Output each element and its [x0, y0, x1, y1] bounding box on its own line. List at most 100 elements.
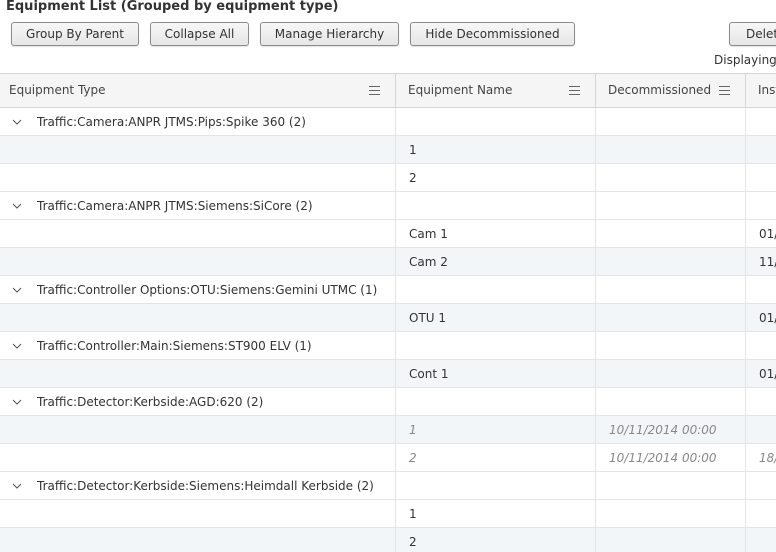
inst-cell: [746, 528, 776, 552]
decommissioned-cell: 10/11/2014 00:00: [596, 444, 746, 471]
group-cell: Traffic:Camera:ANPR JTMS:Siemens:SiCore …: [0, 192, 396, 219]
page-title: Equipment List (Grouped by equipment typ…: [6, 0, 339, 14]
inst-cell: [746, 500, 776, 527]
chevron-down-icon[interactable]: [12, 483, 22, 489]
grid-header: Equipment Type Equipment Name Decommissi…: [0, 74, 776, 108]
column-header-label: Decommissioned: [608, 83, 712, 97]
inst-cell: 11/: [746, 248, 776, 275]
table-cell: [746, 108, 776, 135]
inst-cell: [746, 136, 776, 163]
decommissioned-cell: [596, 136, 746, 163]
table-row[interactable]: OTU 1 01/: [0, 304, 776, 332]
table-cell: [396, 332, 596, 359]
equipment-name-cell: Cont 1: [396, 360, 596, 387]
table-cell: [0, 528, 396, 552]
hide-decommissioned-button[interactable]: Hide Decommissioned: [410, 22, 575, 46]
collapse-all-button[interactable]: Collapse All: [150, 22, 249, 46]
column-header-label: Equipment Type: [9, 83, 106, 97]
equipment-name-cell: 1: [396, 136, 596, 163]
decommissioned-cell: [596, 248, 746, 275]
equipment-grid: Equipment Type Equipment Name Decommissi…: [0, 73, 776, 552]
group-cell: Traffic:Controller Options:OTU:Siemens:G…: [0, 276, 396, 303]
group-cell: Traffic:Controller:Main:Siemens:ST900 EL…: [0, 332, 396, 359]
grid-rows: Traffic:Camera:ANPR JTMS:Pips:Spike 360 …: [0, 108, 776, 552]
table-cell: [396, 108, 596, 135]
table-cell: [746, 192, 776, 219]
group-label: Traffic:Detector:Kerbside:Siemens:Heimda…: [37, 479, 374, 493]
group-label: Traffic:Camera:ANPR JTMS:Pips:Spike 360 …: [37, 115, 306, 129]
table-row[interactable]: Cam 1 01/: [0, 220, 776, 248]
group-label: Traffic:Controller:Main:Siemens:ST900 EL…: [37, 339, 312, 353]
chevron-down-icon[interactable]: [12, 399, 22, 405]
chevron-down-icon[interactable]: [12, 203, 22, 209]
decommissioned-cell: [596, 360, 746, 387]
chevron-down-icon[interactable]: [12, 119, 22, 125]
group-cell: Traffic:Detector:Kerbside:AGD:620 (2): [0, 388, 396, 415]
table-cell: [746, 388, 776, 415]
decommissioned-cell: [596, 164, 746, 191]
table-row[interactable]: 2: [0, 528, 776, 552]
table-cell: [596, 472, 746, 499]
table-cell: [596, 276, 746, 303]
group-label: Traffic:Detector:Kerbside:AGD:620 (2): [37, 395, 264, 409]
column-header-decommissioned[interactable]: Decommissioned: [596, 74, 746, 107]
equipment-name-cell: 1: [396, 500, 596, 527]
group-by-parent-button[interactable]: Group By Parent: [11, 22, 139, 46]
column-header-inst[interactable]: Inst: [746, 74, 776, 107]
table-cell: [596, 108, 746, 135]
table-row[interactable]: 2 10/11/2014 00:00 18/: [0, 444, 776, 472]
table-cell: [0, 220, 396, 247]
table-cell: [596, 332, 746, 359]
column-header-equipment-name[interactable]: Equipment Name: [396, 74, 596, 107]
table-row[interactable]: Cam 2 11/: [0, 248, 776, 276]
table-cell: [0, 136, 396, 163]
column-header-label: Inst: [758, 83, 776, 97]
table-cell: [0, 304, 396, 331]
group-cell: Traffic:Detector:Kerbside:Siemens:Heimda…: [0, 472, 396, 499]
inst-cell: 01/: [746, 220, 776, 247]
table-cell: [0, 164, 396, 191]
manage-hierarchy-button[interactable]: Manage Hierarchy: [260, 22, 399, 46]
table-cell: [596, 388, 746, 415]
group-row[interactable]: Traffic:Camera:ANPR JTMS:Siemens:SiCore …: [0, 192, 776, 220]
chevron-down-icon[interactable]: [12, 287, 22, 293]
table-row[interactable]: Cont 1 01/: [0, 360, 776, 388]
group-row[interactable]: Traffic:Controller Options:OTU:Siemens:G…: [0, 276, 776, 304]
table-cell: [746, 276, 776, 303]
inst-cell: [746, 164, 776, 191]
table-cell: [0, 500, 396, 527]
table-cell: [396, 472, 596, 499]
group-label: Traffic:Camera:ANPR JTMS:Siemens:SiCore …: [37, 199, 313, 213]
displaying-count-text: Displaying: [714, 53, 776, 67]
equipment-name-cell: 1: [396, 416, 596, 443]
table-cell: [396, 192, 596, 219]
group-row[interactable]: Traffic:Detector:Kerbside:AGD:620 (2): [0, 388, 776, 416]
table-row[interactable]: 2: [0, 164, 776, 192]
group-row[interactable]: Traffic:Camera:ANPR JTMS:Pips:Spike 360 …: [0, 108, 776, 136]
group-row[interactable]: Traffic:Controller:Main:Siemens:ST900 EL…: [0, 332, 776, 360]
table-cell: [746, 472, 776, 499]
decommissioned-cell: [596, 304, 746, 331]
group-label: Traffic:Controller Options:OTU:Siemens:G…: [37, 283, 378, 297]
table-row[interactable]: 1: [0, 136, 776, 164]
group-row[interactable]: Traffic:Detector:Kerbside:Siemens:Heimda…: [0, 472, 776, 500]
table-cell: [0, 416, 396, 443]
column-menu-icon[interactable]: [369, 86, 380, 95]
column-header-equipment-type[interactable]: Equipment Type: [0, 74, 396, 107]
equipment-name-cell: OTU 1: [396, 304, 596, 331]
delete-button[interactable]: Delet: [729, 22, 776, 46]
table-cell: [0, 360, 396, 387]
table-row[interactable]: 1: [0, 500, 776, 528]
inst-cell: 18/: [746, 444, 776, 471]
equipment-name-cell: 2: [396, 164, 596, 191]
equipment-name-cell: Cam 1: [396, 220, 596, 247]
table-row[interactable]: 1 10/11/2014 00:00: [0, 416, 776, 444]
column-menu-icon[interactable]: [719, 86, 730, 95]
table-cell: [396, 276, 596, 303]
chevron-down-icon[interactable]: [12, 343, 22, 349]
toolbar: Group By Parent Collapse All Manage Hier…: [0, 22, 776, 48]
decommissioned-cell: [596, 500, 746, 527]
equipment-list-page: Equipment List (Grouped by equipment typ…: [0, 0, 776, 552]
column-menu-icon[interactable]: [569, 86, 580, 95]
decommissioned-cell: [596, 528, 746, 552]
